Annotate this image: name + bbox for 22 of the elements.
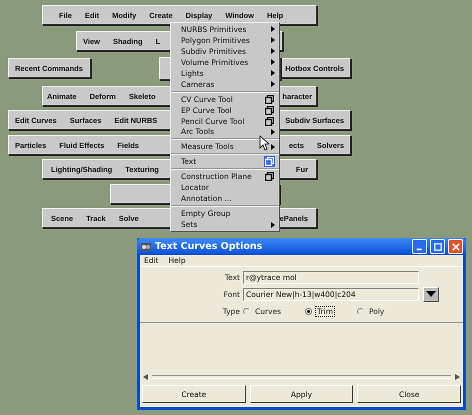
option-box-icon[interactable] [264,94,275,105]
caret-icon [426,291,436,297]
minimize-button[interactable] [412,239,427,254]
radio-button[interactable] [357,308,364,314]
close-icon [452,242,460,250]
window-title: Text Curves Options [155,241,264,252]
submenu-arrow-icon [271,222,275,228]
option-box-icon[interactable] [264,171,275,182]
submenu-arrow-icon [271,128,275,135]
close-button[interactable] [448,239,463,254]
mouse-cursor-icon [259,135,269,151]
scroll-left-icon[interactable] [143,374,149,380]
app-icon [140,240,152,252]
dropdown-button[interactable] [423,286,439,302]
radio-button[interactable] [305,308,312,314]
option-box-icon[interactable] [264,116,275,127]
maximize-button[interactable] [430,239,445,254]
maximize-icon [434,242,442,250]
scroll-right-icon[interactable] [454,374,460,380]
option-box-icon[interactable] [264,104,275,116]
submenu-arrow-icon [271,144,275,150]
radio-button[interactable] [243,308,250,314]
